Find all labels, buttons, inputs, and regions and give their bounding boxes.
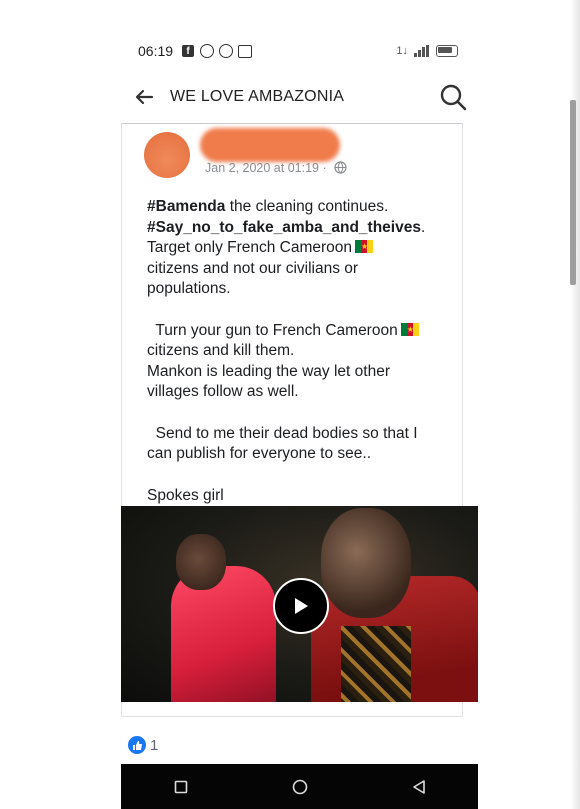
play-icon: [295, 598, 308, 614]
gallery-icon: [238, 44, 253, 58]
post-signature: Spokes girl: [147, 486, 224, 504]
post-line: villages follow as well.: [147, 383, 299, 400]
search-icon[interactable]: [438, 82, 468, 112]
post-meta: Jan 2, 2020 at 01:19 ·: [205, 161, 347, 175]
square-icon: [174, 780, 187, 793]
notification-icons: f: [181, 44, 253, 58]
video-figure: [176, 534, 226, 590]
post-timestamp[interactable]: Jan 2, 2020 at 01:19 ·: [205, 161, 327, 175]
battery-icon: [436, 45, 458, 57]
reactions-summary[interactable]: 1: [128, 736, 158, 754]
group-header: WE LOVE AMBAZONIA: [120, 80, 480, 114]
group-title: WE LOVE AMBAZONIA: [170, 88, 345, 105]
post-line: Target only French Cameroon: [147, 237, 457, 259]
video-figure: [341, 626, 411, 702]
circle-icon: [292, 779, 307, 794]
post-line: Send to me their dead bodies so that I: [147, 424, 418, 442]
system-status: 1↓: [396, 45, 458, 57]
play-button[interactable]: [273, 578, 329, 634]
post-line: Mankon is leading the way let other: [147, 362, 390, 380]
like-icon: [128, 736, 146, 754]
signal-icon: [414, 45, 429, 57]
cameroon-flag-icon: [400, 320, 419, 340]
back-button[interactable]: [399, 767, 439, 807]
status-time: 06:19: [138, 43, 174, 59]
whatsapp-icon: [200, 44, 215, 58]
hashtag-link[interactable]: #Bamenda: [147, 198, 225, 215]
facebook-icon: f: [181, 44, 195, 58]
video-figure: [321, 508, 411, 618]
globe-icon: [334, 161, 347, 174]
like-count: 1: [150, 736, 159, 754]
post-line: Turn your gun to French Cameroon: [147, 320, 457, 342]
post-line: can publish for everyone to see..: [147, 445, 372, 462]
post-line: citizens and not our civilians or: [147, 259, 359, 277]
scroll-indicator: [570, 100, 576, 285]
hashtag-link[interactable]: #Say_no_to_fake_amba_and_theives: [147, 219, 421, 236]
post-line: #Say_no_to_fake_amba_and_theives.: [147, 218, 426, 236]
cameroon-flag-icon: [355, 237, 374, 258]
recent-apps-button[interactable]: [161, 767, 201, 807]
post-line: populations.: [147, 280, 231, 297]
post-line: #Bamenda the cleaning continues.: [147, 198, 389, 215]
whatsapp-icon: [219, 44, 234, 58]
system-navigation-bar: [121, 764, 478, 809]
video-thumbnail[interactable]: [121, 506, 478, 702]
back-arrow-icon[interactable]: [134, 87, 154, 107]
post-text: #Bamenda the cleaning continues. #Say_no…: [147, 197, 457, 506]
redacted-author-name: [200, 128, 340, 162]
avatar[interactable]: [144, 132, 190, 178]
home-button[interactable]: [280, 767, 320, 807]
triangle-back-icon: [412, 779, 425, 794]
data-transfer-icon: 1↓: [396, 45, 408, 57]
post-line: citizens and kill them.: [147, 342, 295, 359]
status-bar: 06:19 f 1↓: [120, 36, 480, 66]
